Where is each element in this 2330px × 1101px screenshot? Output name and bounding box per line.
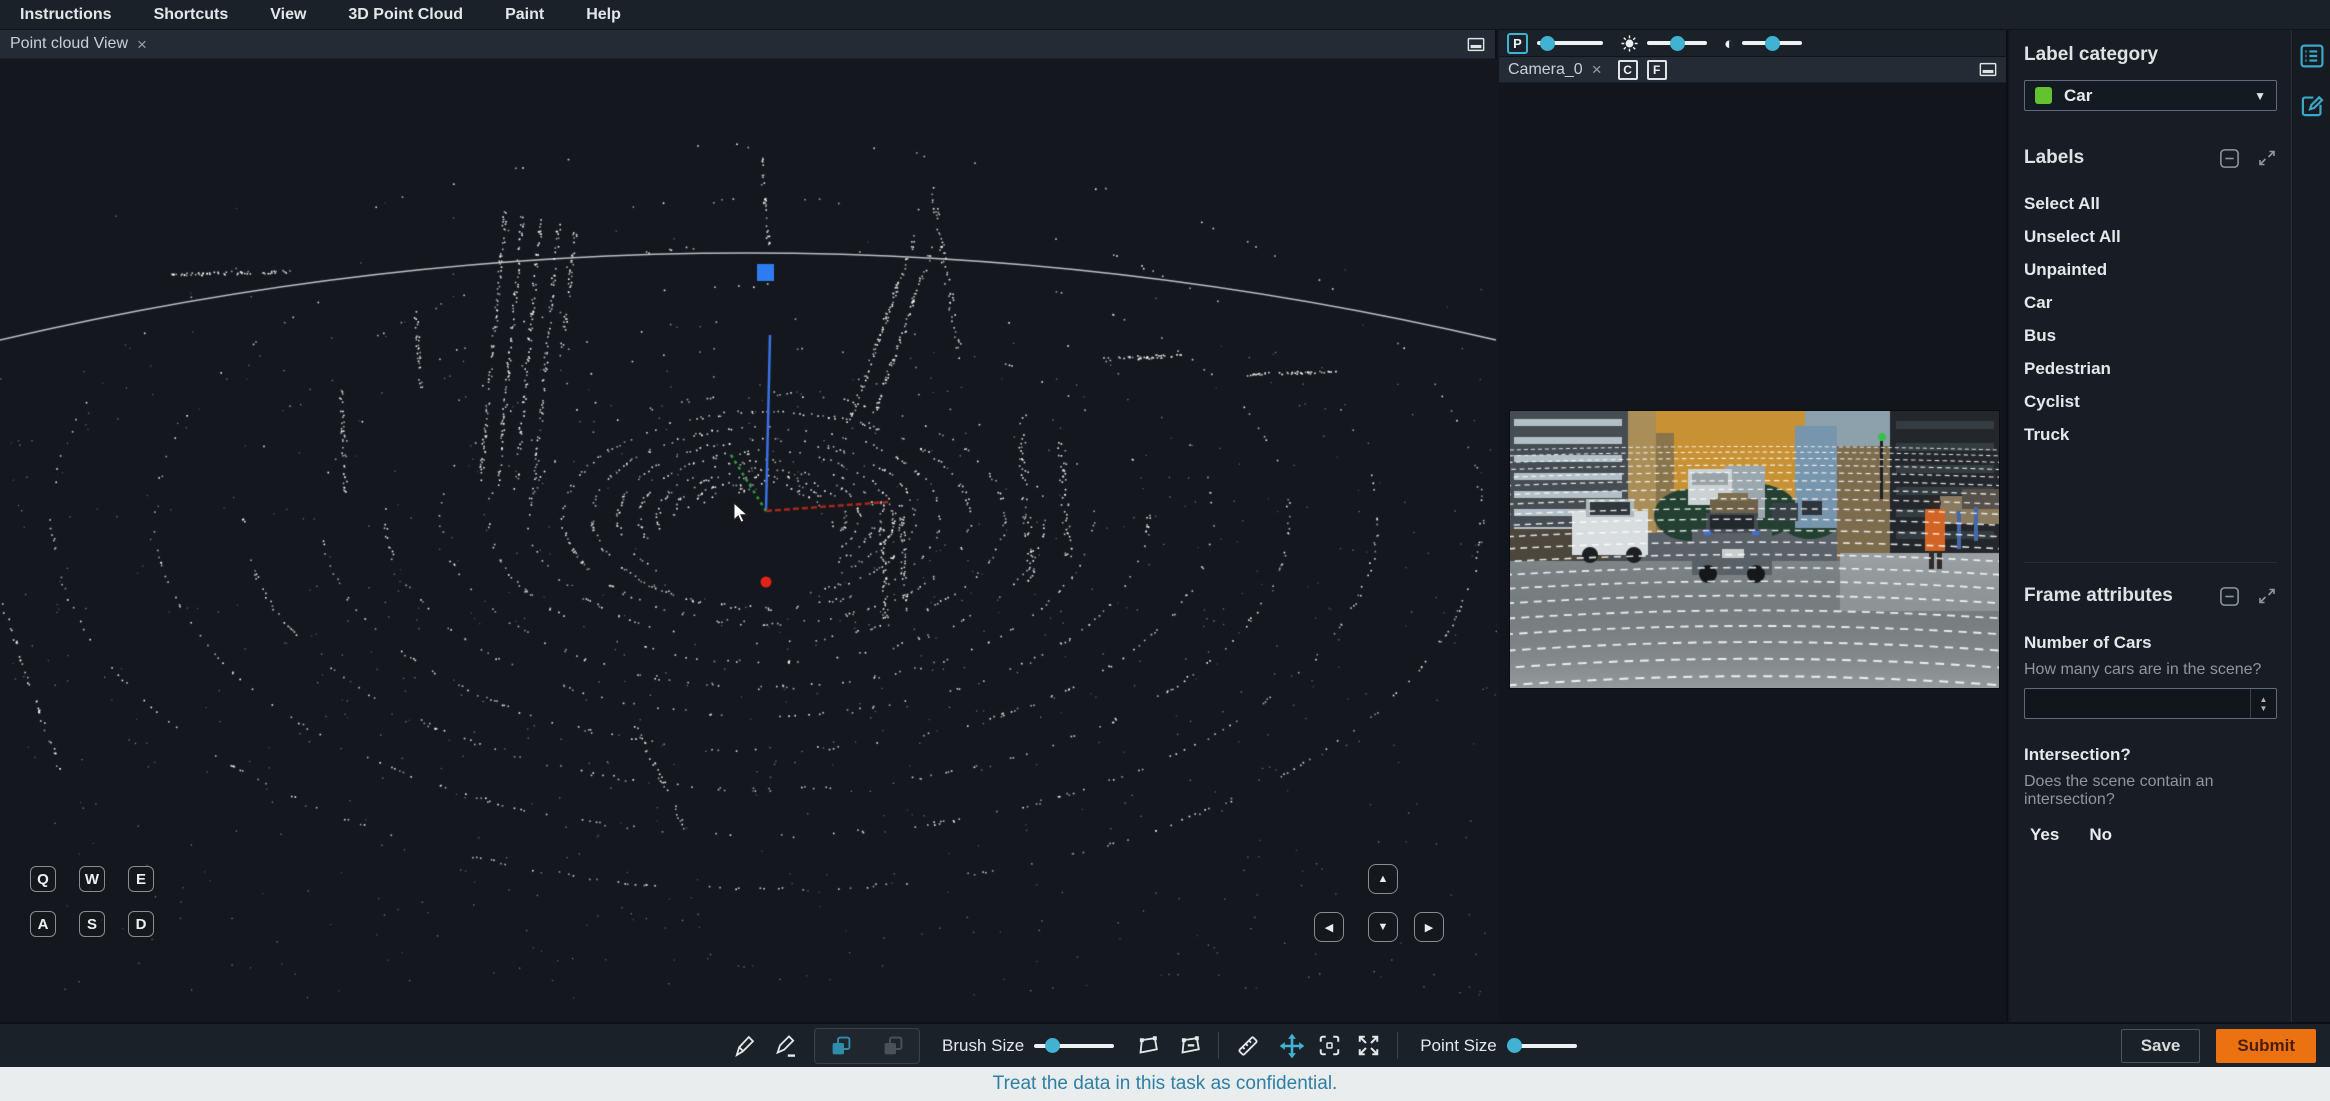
hotkey-w[interactable]: W <box>79 866 105 892</box>
frame-attributes-header: Frame attributes <box>2024 585 2277 607</box>
label-car[interactable]: Car <box>2024 294 2277 312</box>
camera-c-button[interactable]: C <box>1617 59 1638 80</box>
brush-size-label: Brush Size <box>942 1035 1025 1055</box>
labels-header: Labels <box>2024 147 2277 169</box>
brightness-slider[interactable] <box>1647 35 1707 51</box>
camera-hotkeys: Q W E A S D <box>30 866 154 937</box>
expand-section-icon[interactable] <box>2257 148 2277 168</box>
label-category-title: Label category <box>2024 44 2159 65</box>
number-of-cars-label: Number of Cars <box>2024 633 2152 652</box>
brightness-icon <box>1620 34 1639 53</box>
contrast-slider[interactable] <box>1742 35 1803 51</box>
chevron-down-icon: ▼ <box>2254 88 2266 103</box>
menu-paint[interactable]: Paint <box>505 6 544 24</box>
category-color-swatch <box>2035 87 2052 104</box>
quantity-stepper[interactable]: ▲ ▼ <box>2250 689 2276 718</box>
hotkey-e[interactable]: E <box>128 866 154 892</box>
expand-section-icon[interactable] <box>2257 586 2277 606</box>
label-truck[interactable]: Truck <box>2024 426 2277 444</box>
label-sidebar: Label category Car ▼ Labels Select All U… <box>2010 30 2292 1022</box>
confidential-notice: Treat the data in this task as confident… <box>992 1073 1338 1094</box>
display-adjust-toolbar: P ◐ <box>1499 30 2006 57</box>
fit-frame-tool-icon[interactable] <box>1317 1033 1342 1058</box>
contrast-icon: ◐ <box>1724 33 1735 53</box>
paint-toolbar: Brush Size Point Size Save Submit <box>0 1022 2330 1067</box>
label-category-dropdown[interactable]: Car ▼ <box>2024 80 2277 111</box>
hotkey-a[interactable]: A <box>30 911 56 937</box>
nav-left-button[interactable]: ◀ <box>1314 912 1344 942</box>
camera-tab[interactable]: Camera_0 <box>1508 61 1583 79</box>
confidential-notice-bar: Treat the data in this task as confident… <box>0 1067 2330 1101</box>
intensity-slider[interactable] <box>1537 35 1603 51</box>
nav-right-button[interactable]: ▶ <box>1414 912 1444 942</box>
category-selected: Car <box>2064 85 2093 105</box>
hotkey-d[interactable]: D <box>128 911 154 937</box>
point-cloud-tab[interactable]: Point cloud View <box>10 35 128 53</box>
frame-attributes-section: Frame attributes Number of Cars How many… <box>2024 562 2277 845</box>
collapse-section-icon[interactable] <box>2219 148 2240 169</box>
save-button[interactable]: Save <box>2120 1028 2201 1063</box>
label-select-all[interactable]: Select All <box>2024 195 2277 213</box>
intersection-yes-button[interactable]: Yes <box>2030 825 2059 845</box>
labels-title: Labels <box>2024 147 2085 168</box>
point-cloud-canvas[interactable] <box>0 59 1497 1022</box>
point-size-slider[interactable] <box>1506 1038 1577 1053</box>
menu-shortcuts[interactable]: Shortcuts <box>154 6 229 24</box>
edit-annotation-icon[interactable] <box>2299 93 2325 119</box>
maximize-panel-icon[interactable] <box>1979 62 1997 77</box>
menu-help[interactable]: Help <box>586 6 621 24</box>
nav-up-button[interactable]: ▲ <box>1368 864 1398 894</box>
hotkey-q[interactable]: Q <box>30 866 56 892</box>
frame-navigation: ▲ ◀ ▼ ▶ <box>1314 864 1446 944</box>
maximize-panel-icon[interactable] <box>1467 37 1485 52</box>
hotkey-s[interactable]: S <box>79 911 105 937</box>
close-icon[interactable]: × <box>137 36 147 53</box>
number-of-cars-field: Number of Cars How many cars are in the … <box>2024 633 2277 719</box>
intersection-field: Intersection? Does the scene contain an … <box>2024 745 2277 845</box>
point-cloud-tab-bar: Point cloud View × <box>0 30 1495 59</box>
polygon-erase-tool-icon[interactable] <box>1178 1033 1204 1059</box>
intersection-question: Does the scene contain an intersection? <box>2024 773 2214 808</box>
camera-image[interactable] <box>1509 410 2000 689</box>
label-unpainted[interactable]: Unpainted <box>2024 261 2277 279</box>
number-of-cars-input[interactable] <box>2025 689 2250 718</box>
point-size-label: Point Size <box>1420 1035 1497 1055</box>
frame-attributes-title: Frame attributes <box>2024 585 2173 606</box>
label-list: Select All Unselect All Unpainted Car Bu… <box>2024 195 2277 444</box>
annotation-app: Instructions Shortcuts View 3D Point Clo… <box>0 0 2330 1101</box>
number-of-cars-input-wrap: ▲ ▼ <box>2024 688 2277 719</box>
menu-3d-point-cloud[interactable]: 3D Point Cloud <box>348 6 463 24</box>
camera-tab-bar: Camera_0 × C F <box>1499 57 2006 83</box>
submit-button[interactable]: Submit <box>2216 1028 2316 1063</box>
copy-paint-icon[interactable] <box>829 1034 853 1058</box>
label-cyclist[interactable]: Cyclist <box>2024 393 2277 411</box>
camera-panel: P ◐ Camera_0 × C F <box>1499 30 2008 1022</box>
collapse-section-icon[interactable] <box>2219 586 2240 607</box>
intersection-label: Intersection? <box>2024 745 2131 764</box>
polygon-paint-tool-icon[interactable] <box>1136 1033 1162 1059</box>
nav-down-button[interactable]: ▼ <box>1368 912 1398 942</box>
paint-copy-group <box>814 1027 920 1064</box>
brush-size-slider[interactable] <box>1034 1038 1115 1053</box>
fullscreen-tool-icon[interactable] <box>1356 1033 1381 1058</box>
label-unselect-all[interactable]: Unselect All <box>2024 228 2277 246</box>
number-of-cars-question: How many cars are in the scene? <box>2024 661 2262 678</box>
intersection-no-button[interactable]: No <box>2089 825 2112 845</box>
paint-brush-tool-icon[interactable] <box>732 1034 756 1058</box>
label-list-panel-icon[interactable] <box>2299 43 2325 69</box>
paste-paint-icon[interactable] <box>881 1034 905 1058</box>
point-cloud-panel: Point cloud View × Q W E A S D ▲ ◀ ▼ ▶ <box>0 30 1497 1022</box>
label-pedestrian[interactable]: Pedestrian <box>2024 360 2277 378</box>
side-icon-strip <box>2293 30 2330 1022</box>
close-icon[interactable]: × <box>1592 61 1602 78</box>
move-tool-icon[interactable] <box>1279 1033 1305 1059</box>
menu-instructions[interactable]: Instructions <box>20 6 112 24</box>
ruler-tool-icon[interactable] <box>1235 1033 1261 1059</box>
label-bus[interactable]: Bus <box>2024 327 2277 345</box>
projection-toggle-button[interactable]: P <box>1507 32 1528 54</box>
menu-view[interactable]: View <box>270 6 306 24</box>
camera-f-button[interactable]: F <box>1646 59 1667 80</box>
menu-bar: Instructions Shortcuts View 3D Point Clo… <box>0 0 2330 30</box>
paint-eraser-tool-icon[interactable] <box>774 1034 798 1058</box>
